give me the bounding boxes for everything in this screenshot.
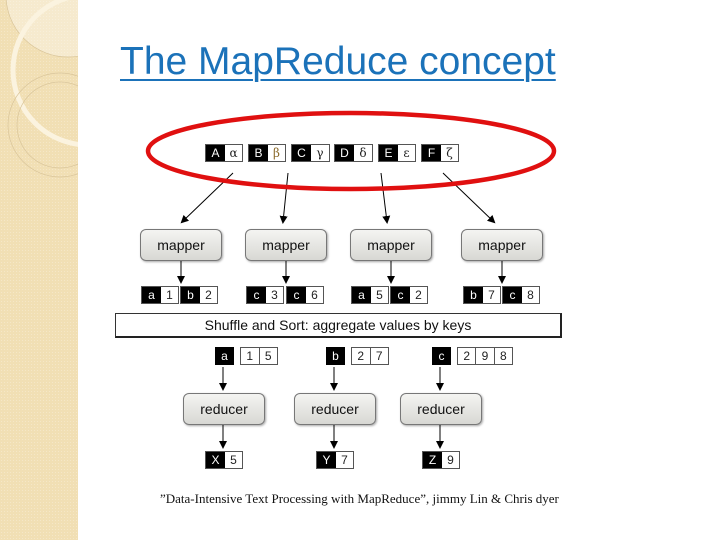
input-pair: D δ [334, 144, 373, 162]
mapper-box: mapper [350, 229, 432, 261]
mapper-box: mapper [245, 229, 327, 261]
group-key-label: b [327, 348, 344, 364]
source-caption: ”Data-Intensive Text Processing with Map… [160, 491, 559, 506]
input-value: α [225, 145, 242, 161]
arrow-input-to-mapper-3 [380, 172, 391, 224]
output-key: Y [317, 452, 336, 468]
input-pair: F ζ [421, 144, 459, 162]
group-value: 2 [458, 348, 476, 364]
group-key-label: a [216, 348, 233, 364]
output-key: b [464, 287, 483, 303]
shuffle-sort-bar: Shuffle and Sort: aggregate values by ke… [115, 313, 562, 338]
output-value: 2 [200, 287, 217, 303]
input-value: β [268, 145, 285, 161]
group-values: 2 9 8 [457, 347, 513, 365]
output-value: 5 [371, 287, 388, 303]
group-value: 2 [352, 348, 370, 364]
group-key: b [326, 347, 345, 365]
input-pair: C γ [291, 144, 330, 162]
reducer-box: reducer [183, 393, 265, 425]
output-key: a [142, 287, 161, 303]
output-value: 9 [442, 452, 459, 468]
group-values: 2 7 [351, 347, 389, 365]
output-value: 5 [225, 452, 242, 468]
output-key: c [287, 287, 306, 303]
mapper-output-pair: a 1 [141, 286, 179, 304]
input-value: γ [311, 145, 329, 161]
reducer-output-pair: Z 9 [422, 451, 460, 469]
group-value: 8 [493, 348, 512, 364]
output-value: 1 [161, 287, 178, 303]
mapper-output-pair: c 6 [286, 286, 324, 304]
input-key: D [335, 145, 354, 161]
output-key: X [206, 452, 225, 468]
output-value: 2 [410, 287, 427, 303]
output-key: Z [423, 452, 442, 468]
input-value: ε [398, 145, 415, 161]
mapper-box: mapper [461, 229, 543, 261]
mapper-box: mapper [140, 229, 222, 261]
output-key: c [247, 287, 266, 303]
group-value: 7 [369, 348, 388, 364]
group-value: 5 [258, 348, 277, 364]
input-key: A [206, 145, 225, 161]
group-value: 1 [241, 348, 259, 364]
mapper-output-pair: b 7 [463, 286, 501, 304]
reducer-output-pair: X 5 [205, 451, 243, 469]
output-key: c [391, 287, 410, 303]
mapper-output-pair: c 2 [390, 286, 428, 304]
output-value: 7 [483, 287, 500, 303]
input-key: B [249, 145, 268, 161]
reducer-output-pair: Y 7 [316, 451, 354, 469]
output-key: a [352, 287, 371, 303]
output-value: 8 [522, 287, 539, 303]
output-key: c [503, 287, 522, 303]
mapper-output-pair: c 8 [502, 286, 540, 304]
output-value: 7 [336, 452, 353, 468]
group-values: 1 5 [240, 347, 278, 365]
input-pair: A α [205, 144, 243, 162]
arrow-input-to-mapper-2 [279, 172, 289, 224]
mapper-output-pair: c 3 [246, 286, 284, 304]
group-key-label: c [433, 348, 450, 364]
output-value: 3 [266, 287, 283, 303]
input-value: ζ [441, 145, 458, 161]
output-key: b [181, 287, 200, 303]
group-value: 9 [475, 348, 494, 364]
input-pair: B β [248, 144, 286, 162]
input-key: E [379, 145, 398, 161]
mapper-output-pair: b 2 [180, 286, 218, 304]
group-key: c [432, 347, 451, 365]
input-key: F [422, 145, 441, 161]
input-value: δ [354, 145, 372, 161]
mapreduce-diagram-connectors [145, 110, 557, 449]
reducer-box: reducer [294, 393, 376, 425]
input-pair: E ε [378, 144, 416, 162]
mapper-output-pair: a 5 [351, 286, 389, 304]
output-value: 6 [306, 287, 323, 303]
input-key: C [292, 145, 311, 161]
group-key: a [215, 347, 234, 365]
reducer-box: reducer [400, 393, 482, 425]
